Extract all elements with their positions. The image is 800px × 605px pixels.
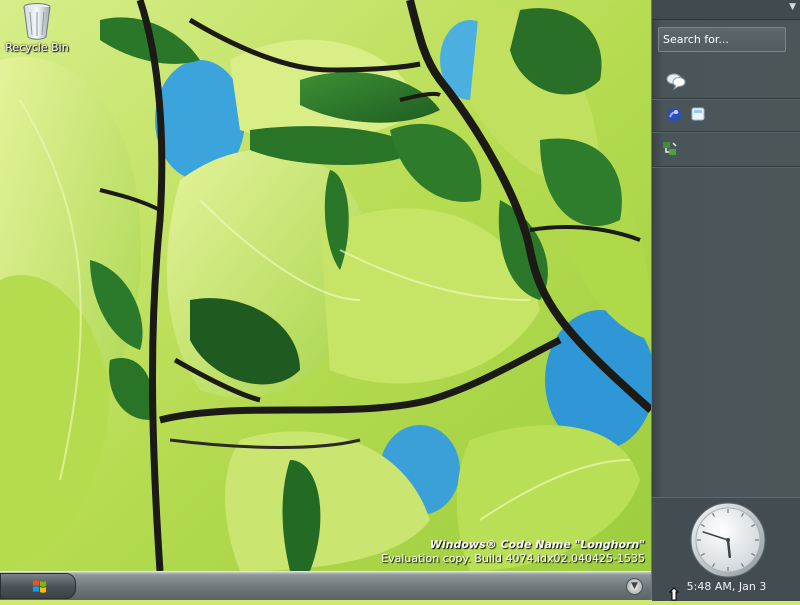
recycle-bin-icon	[20, 2, 54, 40]
start-button[interactable]	[0, 573, 76, 599]
taskbar: ▼	[0, 571, 651, 600]
analog-clock	[690, 502, 766, 578]
watermark-build: Evaluation copy. Build 4074.idx02.040425…	[381, 552, 645, 565]
desktop-icon-recycle-bin[interactable]: Recycle Bin	[4, 2, 70, 54]
recycle-bin-label: Recycle Bin	[5, 41, 69, 54]
sidebar-tile-contacts[interactable]	[652, 99, 800, 132]
sidebar-menu-chevron-icon[interactable]: ▼	[789, 2, 796, 12]
desktop-wallpaper	[0, 0, 651, 571]
watermark-title: Windows® Code Name "Longhorn"	[429, 538, 645, 551]
notepad-icon	[690, 106, 708, 124]
sidebar-search-input[interactable]: Search for...	[658, 27, 786, 52]
sidebar-tile-network[interactable]	[652, 132, 800, 167]
windows-flag-icon	[32, 579, 47, 594]
mouse-cursor-icon	[668, 586, 680, 605]
contacts-icon	[665, 106, 683, 124]
sidebar-header: ▼	[652, 0, 800, 20]
sidebar-tile-messenger[interactable]	[652, 62, 800, 99]
build-watermark: Windows® Code Name "Longhorn" Evaluation…	[381, 538, 645, 566]
network-icon	[661, 140, 679, 158]
chat-bubbles-icon	[666, 72, 686, 91]
sidebar: ▼ Search for... 5:48 AM, Jan 3	[651, 0, 800, 601]
chevron-down-icon[interactable]: ▼	[626, 578, 643, 595]
clock-hour-hand	[726, 538, 732, 559]
